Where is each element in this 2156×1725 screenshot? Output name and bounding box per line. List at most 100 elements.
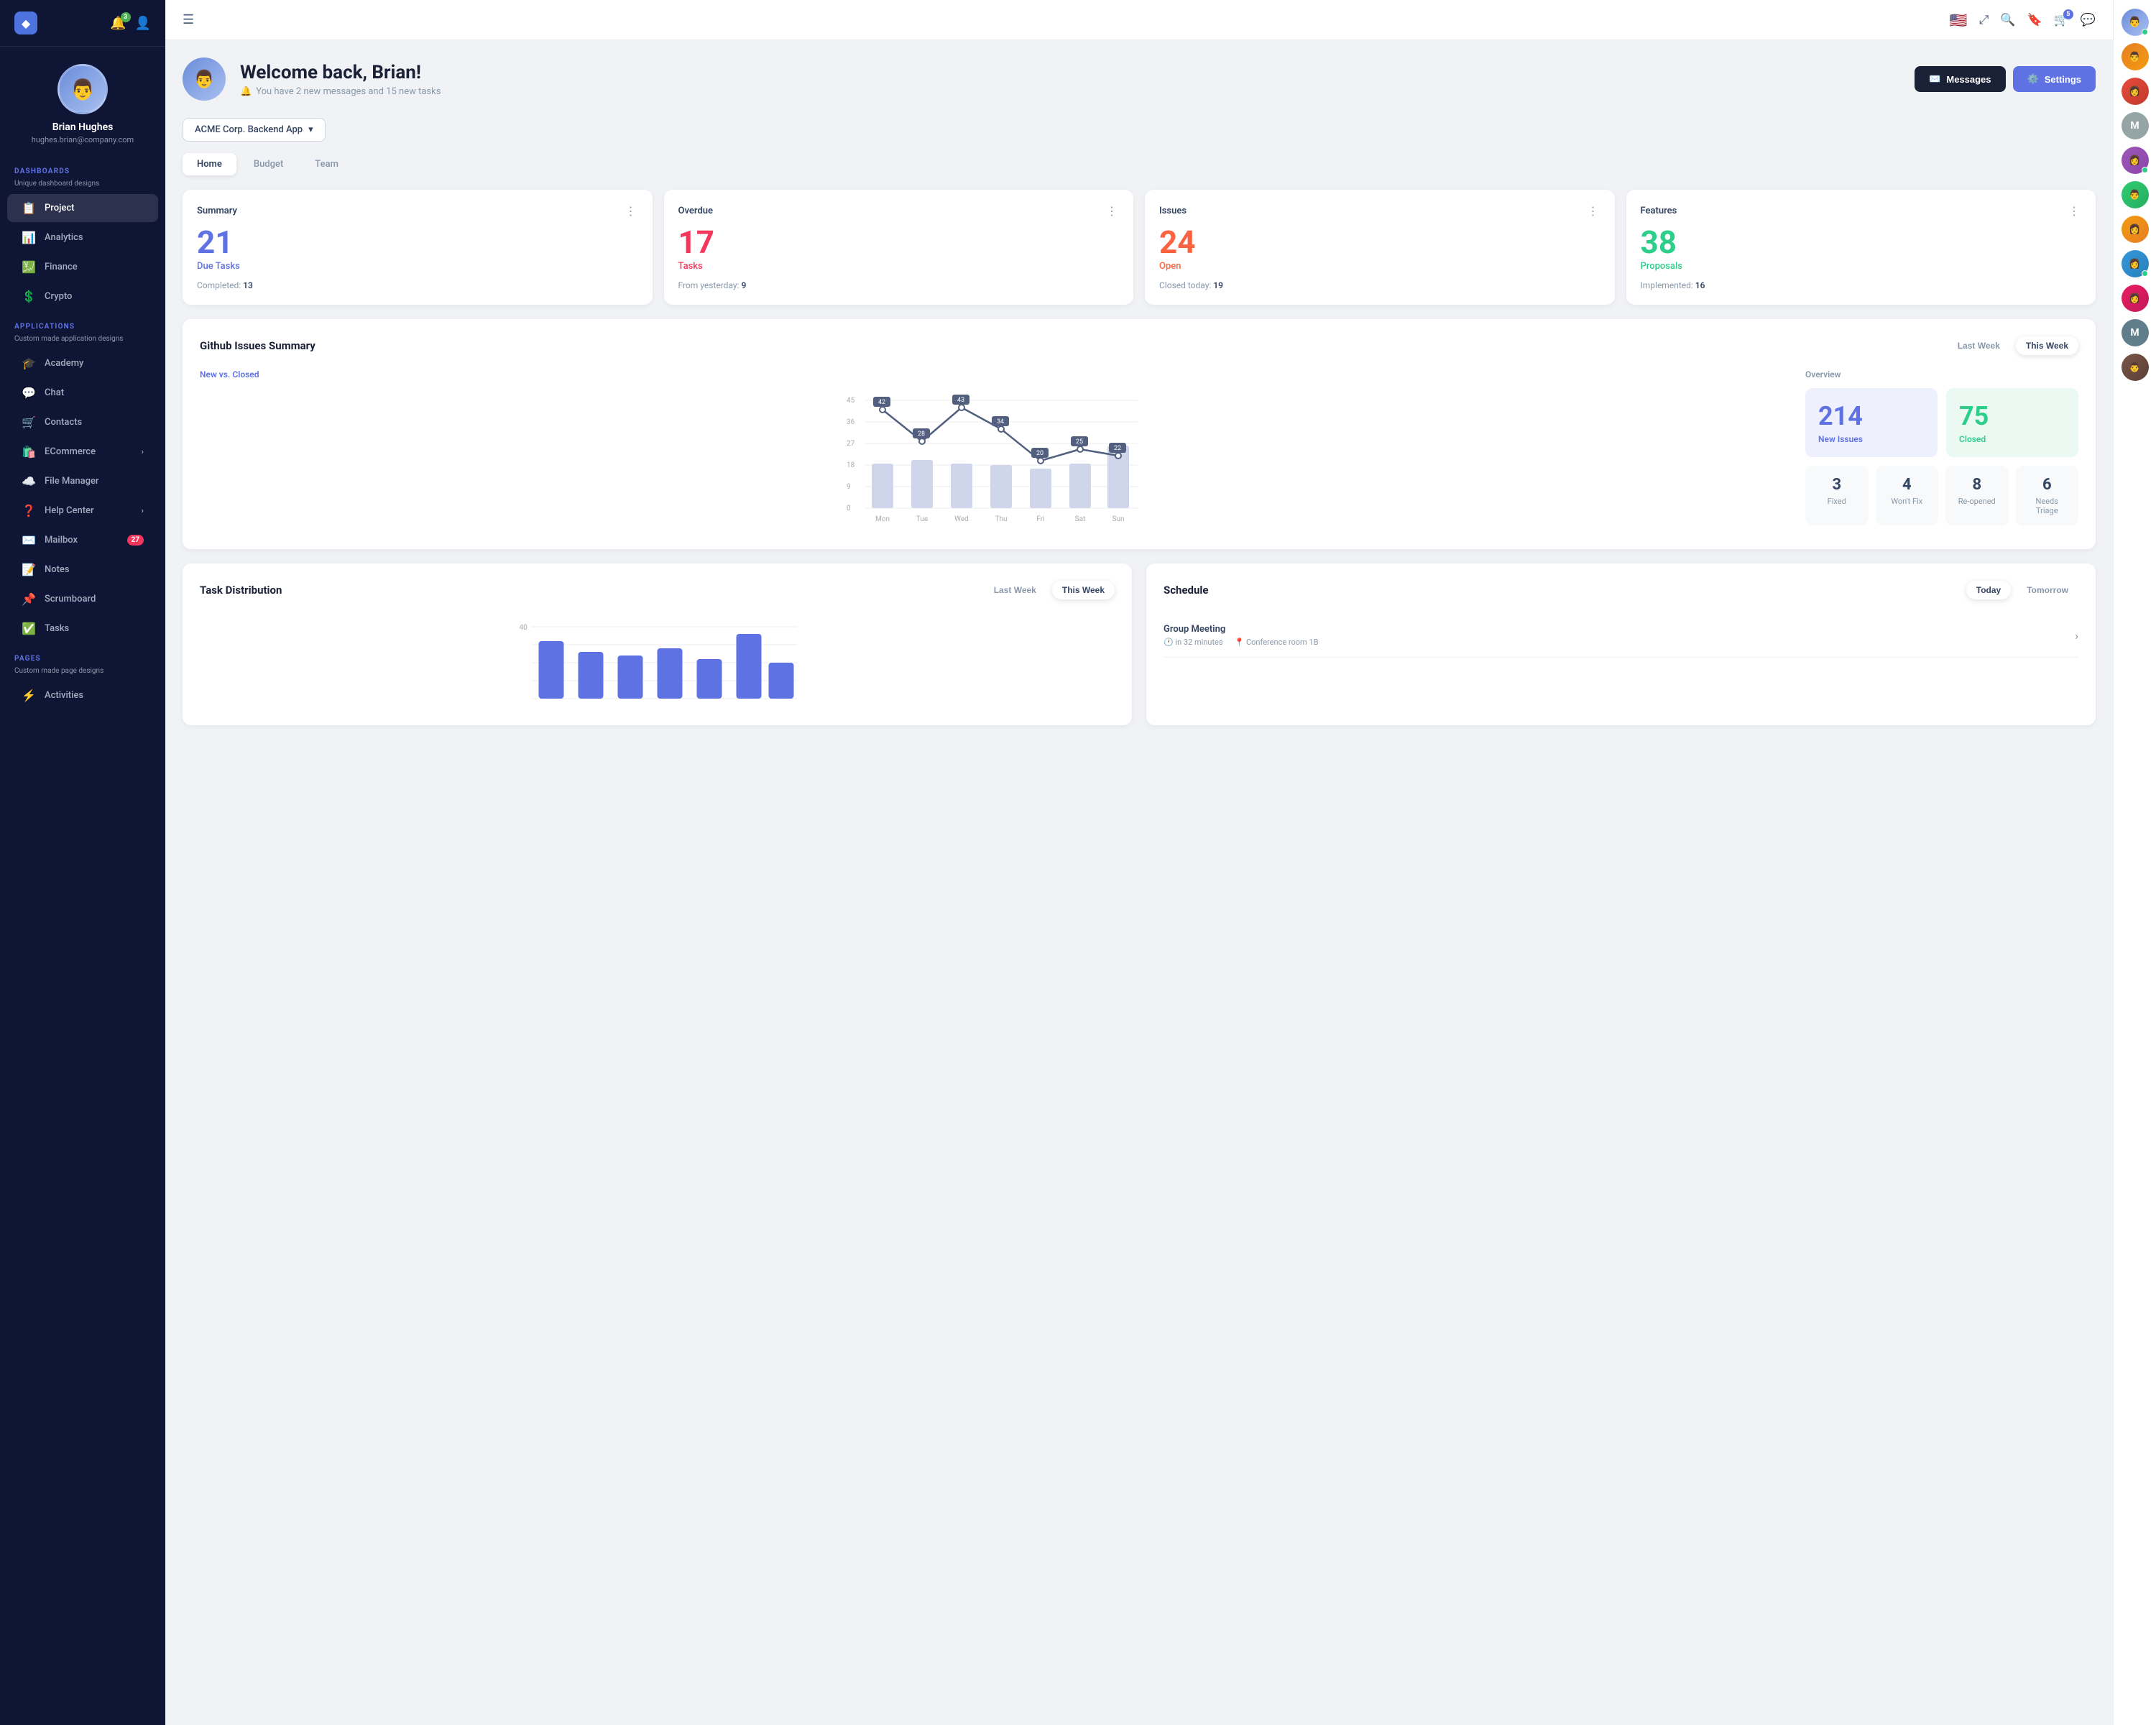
sidebar-item-notes[interactable]: 📝 Notes xyxy=(7,556,158,584)
user-avatar: 👨 xyxy=(57,64,108,114)
top-navbar: ☰ 🇺🇸 ⤢ 🔍 🔖 🛒 5 💬 xyxy=(165,0,2113,40)
welcome-title: Welcome back, Brian! xyxy=(240,62,441,83)
tab-home[interactable]: Home xyxy=(183,153,236,175)
rp-avatar-9[interactable]: 👩 xyxy=(2122,285,2149,312)
tab-team[interactable]: Team xyxy=(300,153,353,175)
sidebar-item-activities[interactable]: ⚡ Activities xyxy=(7,681,158,709)
svg-text:18: 18 xyxy=(847,461,855,469)
user-name: Brian Hughes xyxy=(52,121,114,133)
overdue-menu[interactable]: ⋮ xyxy=(1106,204,1119,218)
project-selector-label: ACME Corp. Backend App xyxy=(195,124,303,135)
svg-text:Wed: Wed xyxy=(954,515,969,523)
tab-budget[interactable]: Budget xyxy=(239,153,298,175)
fullscreen-icon[interactable]: ⤢ xyxy=(1979,13,1989,27)
sidebar-item-label: Analytics xyxy=(45,232,83,243)
stat-card-overdue: Overdue ⋮ 17 Tasks From yesterday: 9 xyxy=(664,190,1134,305)
settings-button[interactable]: ⚙️ Settings xyxy=(2013,66,2096,92)
svg-text:Thu: Thu xyxy=(995,515,1008,523)
user-circle-icon[interactable]: 👤 xyxy=(135,16,151,31)
sidebar-item-ecommerce[interactable]: 🛍️ ECommerce › xyxy=(7,438,158,466)
rp-avatar-6[interactable]: 👨 xyxy=(2122,181,2149,208)
closed-number: 75 xyxy=(1959,401,2065,431)
svg-text:25: 25 xyxy=(1076,438,1083,446)
sidebar-item-contacts[interactable]: 🛒 Contacts xyxy=(7,408,158,436)
online-indicator xyxy=(2142,270,2148,277)
svg-text:Sun: Sun xyxy=(1112,515,1125,523)
rp-avatar-4[interactable]: M xyxy=(2122,112,2149,139)
online-indicator xyxy=(2142,29,2148,35)
issues-menu[interactable]: ⋮ xyxy=(1588,204,1600,218)
schedule-today-button[interactable]: Today xyxy=(1966,581,2011,599)
sidebar-item-academy[interactable]: 🎓 Academy xyxy=(7,349,158,377)
rp-avatar-3[interactable]: 👩 xyxy=(2122,78,2149,105)
svg-text:Mon: Mon xyxy=(875,515,890,523)
rp-avatar-11[interactable]: 👨 xyxy=(2122,354,2149,381)
sidebar-item-chat[interactable]: 💬 Chat xyxy=(7,379,158,407)
rp-avatar-2[interactable]: 👨 xyxy=(2122,43,2149,70)
features-menu[interactable]: ⋮ xyxy=(2068,204,2081,218)
rp-avatar-8[interactable]: 👩 xyxy=(2122,250,2149,277)
summary-menu[interactable]: ⋮ xyxy=(625,204,638,218)
task-dist-this-week[interactable]: This Week xyxy=(1052,581,1115,599)
sidebar-item-analytics[interactable]: 📊 Analytics xyxy=(7,224,158,252)
sidebar-item-filemanager[interactable]: ☁️ File Manager xyxy=(7,467,158,495)
rp-avatar-1[interactable]: 👨 xyxy=(2122,9,2149,36)
sidebar-item-label: Activities xyxy=(45,690,83,701)
chart-wrap: 45 36 27 18 9 0 xyxy=(200,388,1788,532)
sidebar-item-finance[interactable]: 💹 Finance xyxy=(7,253,158,281)
sidebar-item-label: Mailbox xyxy=(45,535,78,546)
sidebar-item-tasks[interactable]: ✅ Tasks xyxy=(7,615,158,643)
cart-badge: 5 xyxy=(2063,9,2073,19)
schedule-chevron-icon[interactable]: › xyxy=(2075,629,2078,643)
task-dist-header: Task Distribution Last Week This Week xyxy=(200,581,1115,599)
rp-avatar-5[interactable]: 👩 xyxy=(2122,147,2149,174)
sidebar-item-project[interactable]: 📋 Project xyxy=(7,194,158,222)
project-selector[interactable]: ACME Corp. Backend App ▾ xyxy=(183,118,326,142)
sidebar-item-crypto[interactable]: 💲 Crypto xyxy=(7,282,158,310)
new-issues-number: 214 xyxy=(1818,401,1925,431)
sidebar-item-helpcenter[interactable]: ❓ Help Center › xyxy=(7,497,158,525)
overdue-title: Overdue xyxy=(678,206,714,216)
analytics-icon: 📊 xyxy=(22,231,36,244)
github-header: Github Issues Summary Last Week This Wee… xyxy=(200,336,2078,355)
messages-icon[interactable]: 💬 xyxy=(2081,13,2096,27)
features-number: 38 xyxy=(1641,226,2082,258)
sidebar-item-label: Finance xyxy=(45,262,78,272)
app-logo[interactable]: ◆ xyxy=(14,12,37,34)
issues-number: 24 xyxy=(1159,226,1600,258)
svg-text:0: 0 xyxy=(847,505,851,512)
sidebar-item-mailbox[interactable]: ✉️ Mailbox 27 xyxy=(7,526,158,554)
messages-button[interactable]: ✉️ Messages xyxy=(1915,66,2005,92)
file-manager-icon: ☁️ xyxy=(22,474,36,488)
features-label: Proposals xyxy=(1641,261,2082,272)
gear-icon: ⚙️ xyxy=(2027,73,2039,85)
reopened-number: 8 xyxy=(1955,476,1999,494)
schedule-time: 🕐 in 32 minutes xyxy=(1164,638,1223,647)
sidebar-item-label: Notes xyxy=(45,564,70,575)
svg-text:34: 34 xyxy=(997,418,1004,426)
language-flag[interactable]: 🇺🇸 xyxy=(1950,12,1968,29)
welcome-subtitle: 🔔 You have 2 new messages and 15 new tas… xyxy=(240,86,441,97)
stat-card-issues: Issues ⋮ 24 Open Closed today: 19 xyxy=(1145,190,1615,305)
closed-label: Closed xyxy=(1959,434,2065,444)
rp-avatar-7[interactable]: 👩 xyxy=(2122,216,2149,243)
bookmark-icon[interactable]: 🔖 xyxy=(2027,13,2042,27)
page-tabs: Home Budget Team xyxy=(183,153,2096,175)
notification-bell[interactable]: 🔔 3 xyxy=(110,16,126,31)
cart-icon[interactable]: 🛒 5 xyxy=(2054,13,2069,27)
task-dist-chart: 40 xyxy=(200,620,1115,706)
sidebar-item-scrumboard[interactable]: 📌 Scrumboard xyxy=(7,585,158,613)
chart-area: New vs. Closed 45 36 27 18 9 0 xyxy=(200,369,1788,532)
hamburger-menu[interactable]: ☰ xyxy=(183,12,194,27)
right-panel: 👨 👨 👩 M 👩 👨 👩 👩 👩 M 👨 xyxy=(2113,0,2156,1725)
this-week-button[interactable]: This Week xyxy=(2016,336,2078,355)
bell-icon: 🔔 xyxy=(240,86,252,97)
reopened-label: Re-opened xyxy=(1955,497,1999,506)
task-dist-chart-placeholder: 40 xyxy=(200,614,1115,708)
task-dist-last-week[interactable]: Last Week xyxy=(984,581,1046,599)
rp-avatar-10[interactable]: M xyxy=(2122,319,2149,346)
schedule-item-info: Group Meeting 🕐 in 32 minutes 📍 Conferen… xyxy=(1164,624,1318,647)
search-icon[interactable]: 🔍 xyxy=(2000,13,2015,27)
last-week-button[interactable]: Last Week xyxy=(1948,336,2010,355)
schedule-tomorrow-button[interactable]: Tomorrow xyxy=(2017,581,2078,599)
